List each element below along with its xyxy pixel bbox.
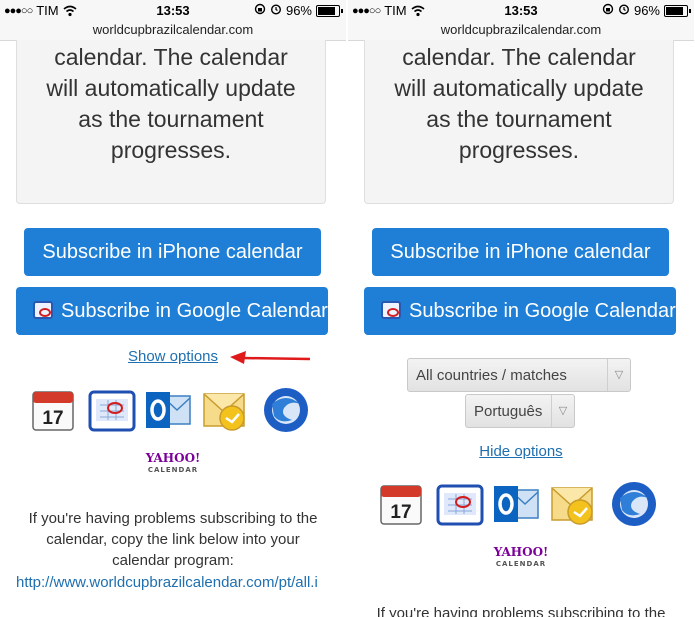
thunderbird-icon[interactable] xyxy=(610,480,658,528)
red-arrow-annotation xyxy=(230,351,311,364)
card-line: as the tournament xyxy=(78,106,264,132)
problem-text: If you're having problems subscribing to… xyxy=(0,508,346,571)
language-select-value: Português xyxy=(474,403,543,420)
calendar-apps-row: 17 xyxy=(378,480,668,530)
battery-fill xyxy=(666,6,683,15)
ical-icon[interactable]: 17 xyxy=(378,480,426,528)
svg-text:17: 17 xyxy=(390,502,411,523)
calendar-url-link[interactable]: http://www.worldcupbrazilcalendar.com/pt… xyxy=(16,574,318,591)
google-calendar-icon xyxy=(33,300,53,319)
right-phone-screen: ●●●○○ TIM 13:53 96% worldcupbrazilcalend… xyxy=(348,0,694,617)
alarm-icon xyxy=(270,3,282,18)
google-calendar-icon[interactable] xyxy=(88,386,136,434)
yahoo-calendar-logo[interactable]: YAHOO! CALENDAR xyxy=(348,546,694,571)
address-bar[interactable]: worldcupbrazilcalendar.com xyxy=(0,22,346,41)
language-select[interactable]: Português ▽ xyxy=(465,394,575,428)
ical-icon[interactable]: 17 xyxy=(30,386,78,434)
card-line: progresses. xyxy=(458,137,580,163)
battery-icon xyxy=(664,4,691,17)
outlook-calendar-icon[interactable] xyxy=(550,480,598,528)
battery-fill xyxy=(318,6,335,15)
calendar-apps-row: 17 xyxy=(30,386,320,436)
status-bar: ●●●○○ TIM 13:53 96% xyxy=(348,0,694,22)
problem-line: If you're having problems subscribing to… xyxy=(28,510,318,527)
subscribe-google-button[interactable]: Subscribe in Google Calendar xyxy=(364,287,676,335)
card-line: as the tournament xyxy=(426,106,612,132)
card-line: calendar. The calendar xyxy=(54,44,288,70)
svg-text:17: 17 xyxy=(42,408,63,429)
outlook-icon[interactable] xyxy=(492,480,540,528)
card-line: calendar. The calendar xyxy=(402,44,636,70)
info-card: calendar. The calendar will automaticall… xyxy=(16,40,326,204)
hide-options-row: Hide options xyxy=(348,443,694,461)
card-line: will automatically update xyxy=(46,75,296,101)
subscribe-iphone-button[interactable]: Subscribe in iPhone calendar xyxy=(24,228,321,276)
chevron-down-icon: ▽ xyxy=(607,359,630,391)
left-phone-screen: ●●●○○ TIM 13:53 96% worldcupbrazilcalend… xyxy=(0,0,346,617)
card-line: progresses. xyxy=(110,137,232,163)
chevron-down-icon: ▽ xyxy=(551,395,574,427)
card-line: will automatically update xyxy=(394,75,644,101)
battery-icon xyxy=(316,4,343,17)
status-bar: ●●●○○ TIM 13:53 96% xyxy=(0,0,346,22)
yahoo-calendar-logo[interactable]: YAHOO! CALENDAR xyxy=(0,452,346,477)
problem-line: calendar, copy the link below into your xyxy=(46,531,300,548)
battery-percent: 96% xyxy=(285,3,312,18)
outlook-icon[interactable] xyxy=(144,386,192,434)
subscribe-google-label: Subscribe in Google Calendar xyxy=(61,300,328,322)
orientation-lock-icon xyxy=(254,3,266,18)
subscribe-google-label: Subscribe in Google Calendar xyxy=(409,300,676,322)
show-options-link[interactable]: Show options xyxy=(128,348,218,365)
thunderbird-icon[interactable] xyxy=(262,386,310,434)
problem-text-partial: If you're having problems subscribing to… xyxy=(376,605,666,617)
country-select[interactable]: All countries / matches ▽ xyxy=(407,358,631,392)
subscribe-google-button[interactable]: Subscribe in Google Calendar xyxy=(16,287,328,335)
info-card: calendar. The calendar will automaticall… xyxy=(364,40,674,204)
google-calendar-icon xyxy=(381,300,401,319)
battery-percent: 96% xyxy=(633,3,660,18)
yahoo-logo-sub: CALENDAR xyxy=(147,466,199,474)
country-select-value: All countries / matches xyxy=(416,367,567,384)
orientation-lock-icon xyxy=(602,3,614,18)
outlook-calendar-icon[interactable] xyxy=(202,386,250,434)
yahoo-logo-text: YAHOO! xyxy=(493,545,549,559)
problem-line: calendar program: xyxy=(112,552,234,569)
google-calendar-icon[interactable] xyxy=(436,480,484,528)
subscribe-iphone-button[interactable]: Subscribe in iPhone calendar xyxy=(372,228,669,276)
hide-options-link[interactable]: Hide options xyxy=(479,443,562,460)
yahoo-logo-sub: CALENDAR xyxy=(495,560,547,568)
address-bar[interactable]: worldcupbrazilcalendar.com xyxy=(348,22,694,41)
alarm-icon xyxy=(618,3,630,18)
yahoo-logo-text: YAHOO! xyxy=(145,451,201,465)
